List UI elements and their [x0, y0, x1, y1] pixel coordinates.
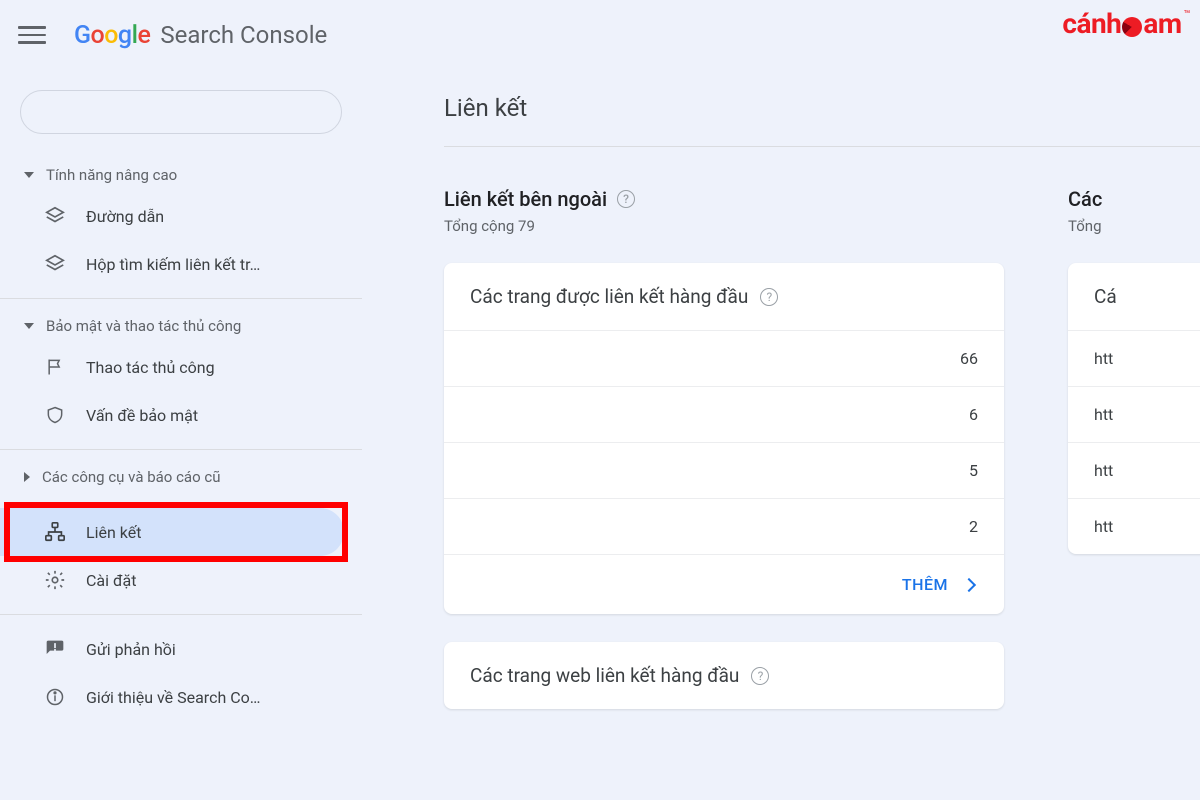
table-row[interactable]: 5 [444, 442, 1004, 498]
shield-icon [44, 404, 66, 426]
row-url: htt [1094, 461, 1113, 480]
main-content: Liên kết Liên kết bên ngoài ? Tổng cộng … [362, 70, 1200, 800]
nav-manual-actions[interactable]: Thao tác thủ công [0, 343, 344, 391]
internal-links-section: Các Tổng Cá htt htt htt htt [1068, 187, 1200, 709]
flag-icon [44, 356, 66, 378]
info-icon [44, 686, 66, 708]
internal-top-pages-card: Cá htt htt htt htt [1068, 263, 1200, 554]
nav-label: Cài đặt [86, 571, 136, 590]
group-label: Các công cụ và báo cáo cũ [42, 468, 220, 486]
gear-icon [44, 569, 66, 591]
nav-settings[interactable]: Cài đặt [0, 556, 344, 604]
nav-label: Giới thiệu về Search Co… [86, 688, 260, 707]
google-logo: Google [74, 21, 150, 50]
section-title: Liên kết bên ngoài ? [444, 187, 1004, 211]
nav-about[interactable]: Giới thiệu về Search Co… [0, 673, 344, 721]
card-title: Các trang web liên kết hàng đầu ? [444, 642, 1004, 709]
row-count: 2 [969, 517, 978, 536]
menu-icon[interactable] [18, 21, 46, 49]
table-row[interactable]: htt [1068, 442, 1200, 498]
nav-label: Hộp tìm kiếm liên kết tr… [86, 255, 260, 274]
nav-label: Thao tác thủ công [86, 358, 215, 377]
chevron-down-icon [24, 172, 34, 178]
nav-label: Gửi phản hồi [86, 640, 176, 659]
layers-icon [44, 205, 66, 227]
external-links-section: Liên kết bên ngoài ? Tổng cộng 79 Các tr… [444, 187, 1004, 709]
nav-label: Vấn đề bảo mật [86, 406, 198, 425]
row-url: htt [1094, 517, 1113, 536]
property-selector[interactable] [20, 90, 342, 134]
product-name: Search Console [160, 21, 327, 49]
group-legacy[interactable]: Các công cụ và báo cáo cũ [0, 460, 362, 494]
section-title: Các [1068, 187, 1200, 211]
group-security[interactable]: Bảo mật và thao tác thủ công [0, 309, 362, 343]
table-row[interactable]: 66 [444, 330, 1004, 386]
group-label: Bảo mật và thao tác thủ công [46, 317, 241, 335]
card-title: Các trang được liên kết hàng đầu ? [444, 263, 1004, 330]
logo-pie-icon [1122, 17, 1142, 37]
nav-feedback[interactable]: Gửi phản hồi [0, 625, 344, 673]
product-logo[interactable]: Google Search Console [74, 21, 327, 50]
group-advanced[interactable]: Tính năng nâng cao [0, 158, 362, 192]
row-count: 66 [960, 349, 978, 368]
nav-breadcrumbs[interactable]: Đường dẫn [0, 192, 344, 240]
help-icon[interactable]: ? [760, 288, 778, 306]
section-total: Tổng cộng 79 [444, 217, 1004, 235]
table-row[interactable]: htt [1068, 498, 1200, 554]
overlay-watermark: cánham™ [1062, 10, 1190, 38]
table-row[interactable]: htt [1068, 386, 1200, 442]
row-count: 5 [969, 461, 978, 480]
layers-icon [44, 253, 66, 275]
nav-sitelinks-search[interactable]: Hộp tìm kiếm liên kết tr… [0, 240, 344, 288]
row-count: 6 [969, 405, 978, 424]
top-linked-pages-card: Các trang được liên kết hàng đầu ? 66 6 … [444, 263, 1004, 614]
nav-label: Liên kết [86, 523, 141, 542]
help-icon[interactable]: ? [617, 190, 635, 208]
more-button[interactable]: THÊM [444, 554, 1004, 614]
group-label: Tính năng nâng cao [46, 166, 177, 184]
chevron-right-icon [24, 472, 30, 482]
table-row[interactable]: htt [1068, 330, 1200, 386]
chevron-down-icon [24, 323, 34, 329]
app-header: Google Search Console [0, 0, 1200, 70]
table-row[interactable]: 2 [444, 498, 1004, 554]
feedback-icon [44, 638, 66, 660]
row-url: htt [1094, 405, 1113, 424]
table-row[interactable]: 6 [444, 386, 1004, 442]
chevron-right-icon [962, 577, 976, 591]
card-title: Cá [1068, 263, 1200, 330]
row-url: htt [1094, 349, 1113, 368]
nav-label: Đường dẫn [86, 207, 164, 226]
page-title: Liên kết [444, 94, 1200, 147]
section-total: Tổng [1068, 217, 1200, 235]
nav-links[interactable]: Liên kết [0, 508, 344, 556]
nav-security-issues[interactable]: Vấn đề bảo mật [0, 391, 344, 439]
sidebar: Tính năng nâng cao Đường dẫn Hộp tìm kiế… [0, 70, 362, 800]
top-linking-sites-card: Các trang web liên kết hàng đầu ? [444, 642, 1004, 709]
help-icon[interactable]: ? [751, 667, 769, 685]
sitemap-icon [44, 521, 66, 543]
